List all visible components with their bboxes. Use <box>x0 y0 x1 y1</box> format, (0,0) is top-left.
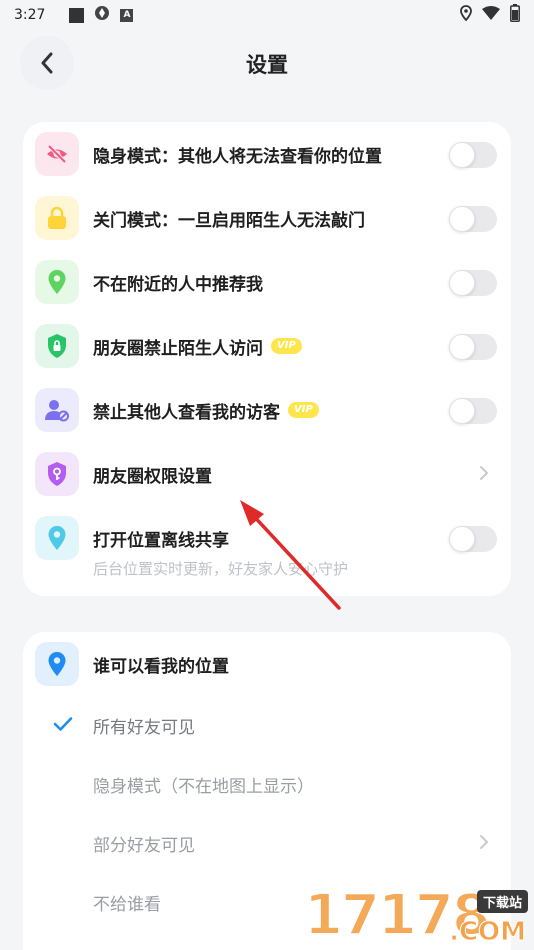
header: 设置 <box>0 30 534 98</box>
offline-share-hint: 后台位置实时更新，好友家人安心守护 <box>93 560 349 578</box>
hide-visitors-toggle[interactable] <box>449 398 497 424</box>
row-label: 朋友圈权限设置 <box>93 466 212 487</box>
eye-off-icon <box>35 132 79 176</box>
visibility-header: 谁可以看我的位置 <box>23 632 511 696</box>
location-pin-icon <box>35 260 79 304</box>
watermark-logo: 17178 下载站 .COM <box>303 883 528 949</box>
wifi-icon <box>482 6 500 24</box>
shield-lock-icon <box>35 324 79 368</box>
chevron-right-icon <box>480 466 488 480</box>
stealth-mode-toggle[interactable] <box>449 142 497 168</box>
row-label: 隐身模式：其他人将无法查看你的位置 <box>93 146 382 167</box>
watermark-badge: 下载站 <box>476 890 528 913</box>
row-hide-from-nearby[interactable]: 不在附近的人中推荐我 <box>23 250 511 314</box>
lock-icon <box>35 196 79 240</box>
watermark-suffix: .COM <box>449 917 527 947</box>
page-title: 设置 <box>246 53 288 77</box>
privacy-settings-card: 隐身模式：其他人将无法查看你的位置 关门模式：一旦启用陌生人无法敲门 不在附近的… <box>23 122 511 596</box>
vip-badge: VIP <box>271 338 302 354</box>
back-button[interactable] <box>20 36 74 90</box>
moments-block-strangers-toggle[interactable] <box>449 334 497 360</box>
chevron-left-icon <box>41 52 53 74</box>
visibility-title: 谁可以看我的位置 <box>93 656 229 677</box>
option-label: 不给谁看 <box>93 895 161 915</box>
row-label: 禁止其他人查看我的访客 <box>93 402 280 423</box>
chevron-right-icon <box>480 835 488 849</box>
row-hide-visitors[interactable]: 禁止其他人查看我的访客 VIP <box>23 378 511 442</box>
closed-door-toggle[interactable] <box>449 206 497 232</box>
row-closed-door-mode[interactable]: 关门模式：一旦启用陌生人无法敲门 <box>23 186 511 250</box>
option-label: 所有好友可见 <box>93 718 195 738</box>
user-block-icon <box>35 388 79 432</box>
row-label: 朋友圈禁止陌生人访问 <box>93 338 263 359</box>
row-stealth-mode[interactable]: 隐身模式：其他人将无法查看你的位置 <box>23 122 511 186</box>
row-moments-block-strangers[interactable]: 朋友圈禁止陌生人访问 VIP <box>23 314 511 378</box>
row-label: 关门模式：一旦启用陌生人无法敲门 <box>93 210 365 231</box>
pinwheel-icon <box>94 5 110 25</box>
hide-from-nearby-toggle[interactable] <box>449 270 497 296</box>
option-label: 隐身模式（不在地图上显示） <box>93 777 314 797</box>
square-notification-icon <box>69 7 85 23</box>
location-pin-icon <box>35 642 79 686</box>
row-moments-permissions[interactable]: 朋友圈权限设置 <box>23 442 511 506</box>
status-time: 3:27 <box>14 7 46 23</box>
vip-badge: VIP <box>288 402 319 418</box>
option-all-friends[interactable]: 所有好友可见 <box>23 696 511 755</box>
option-label: 部分好友可见 <box>93 836 195 856</box>
location-share-icon <box>35 516 79 560</box>
row-label: 打开位置离线共享 <box>93 530 229 551</box>
checkmark-icon <box>53 717 73 731</box>
status-bar: 3:27 A <box>0 0 534 30</box>
option-some-friends[interactable]: 部分好友可见 <box>23 814 511 873</box>
row-label: 不在附近的人中推荐我 <box>93 274 263 295</box>
offline-share-toggle[interactable] <box>449 526 497 552</box>
shield-key-icon <box>35 452 79 496</box>
a-badge-icon: A <box>120 8 134 22</box>
battery-icon <box>510 4 520 26</box>
location-icon <box>460 5 472 25</box>
option-stealth[interactable]: 隐身模式（不在地图上显示） <box>23 755 511 814</box>
